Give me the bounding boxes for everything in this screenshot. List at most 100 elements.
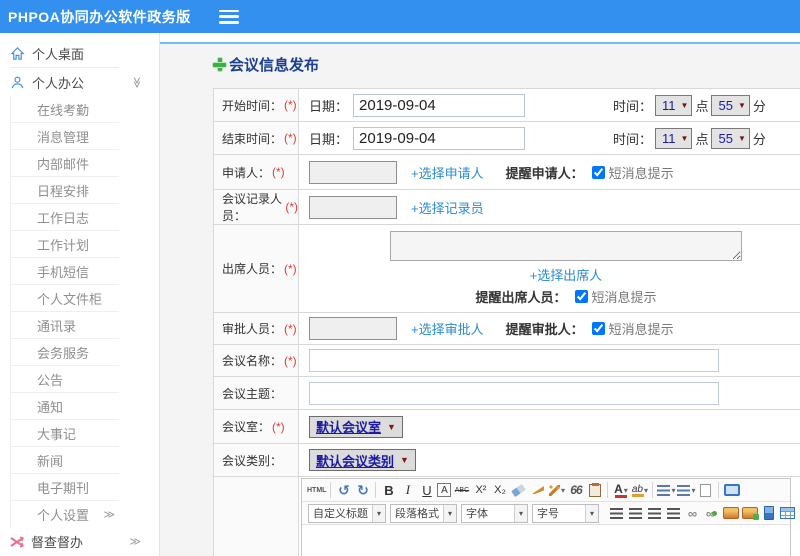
start-minute-select[interactable]: 55 ▼: [711, 94, 750, 116]
sidebar-item-personal-office[interactable]: 个人办公 ≫: [0, 68, 159, 96]
form-row-applicant: 申请人： (*) +选择申请人 提醒申请人： 短消息提示: [214, 155, 800, 190]
heading-style-dropdown[interactable]: 自定义标题 ▾: [308, 503, 386, 523]
chevron-down-icon[interactable]: ≫: [131, 76, 144, 88]
sidebar-item-message-management[interactable]: 消息管理: [11, 123, 119, 150]
link-icon[interactable]: ∞: [684, 504, 701, 522]
sidebar-item-sms[interactable]: 手机短信: [11, 258, 119, 285]
start-date-input[interactable]: [353, 93, 526, 117]
image-icon[interactable]: [722, 504, 739, 522]
sidebar-item-work-plan[interactable]: 工作计划: [11, 231, 119, 258]
sidebar-item-work-log[interactable]: 工作日志: [11, 204, 119, 231]
attendees-textarea[interactable]: [390, 231, 742, 261]
choose-recorder-link[interactable]: +选择记录员: [411, 198, 484, 217]
sidebar-item-online-attendance[interactable]: 在线考勤: [11, 96, 119, 123]
meeting-name-input[interactable]: [309, 349, 719, 372]
redo-icon[interactable]: ↻: [354, 481, 371, 499]
ordered-list-icon[interactable]: ▾: [657, 481, 675, 499]
meeting-subject-input[interactable]: [309, 381, 719, 405]
sidebar-item-internal-mail[interactable]: 内部邮件: [11, 150, 119, 177]
applicant-input[interactable]: [309, 160, 397, 184]
sidebar-item-personal-files[interactable]: 个人文件柜: [11, 285, 119, 312]
align-center-icon[interactable]: [627, 504, 644, 522]
font-family-dropdown[interactable]: 字体 ▾: [461, 503, 528, 523]
sidebar-item-e-journal[interactable]: 电子期刊: [11, 474, 119, 501]
sidebar-item-news[interactable]: 新闻: [11, 447, 119, 474]
required-mark: (*): [272, 419, 285, 434]
paste-icon[interactable]: [586, 481, 603, 499]
chevron-right-icon: ≫: [129, 536, 141, 548]
sidebar: 个人桌面 个人办公 ≫ 在线考勤 消息管理 内部邮件 日程安排 工作日志 工作计…: [0, 33, 160, 556]
sidebar-item-personal-settings[interactable]: 个人设置 ≫: [11, 501, 119, 528]
sidebar-item-personal-desktop[interactable]: 个人桌面: [0, 39, 159, 67]
align-right-icon[interactable]: [646, 504, 663, 522]
unordered-list-icon[interactable]: ▾: [677, 481, 695, 499]
sms-hint-label: 短消息提示: [608, 322, 674, 337]
insert-image-icon[interactable]: [741, 504, 759, 522]
highlight-color-icon[interactable]: ab ▾: [631, 481, 648, 499]
required-mark: (*): [285, 200, 298, 214]
html-source-button[interactable]: HTML: [307, 481, 326, 499]
font-size-dropdown[interactable]: 字号 ▾: [532, 503, 599, 523]
format-painter-icon[interactable]: [529, 481, 546, 499]
subscript-icon[interactable]: X₂: [491, 481, 508, 499]
sidebar-item-schedule[interactable]: 日程安排: [11, 177, 119, 204]
form-row-attendees: 出席人员： (*) +选择出席人 提醒出席人员： 短消息提示: [214, 225, 800, 313]
form-row-content-editor: HTML ↺ ↻ B I U A ABC X² X₂ ▾ 66 A ▾ ab ▾…: [214, 477, 800, 556]
sidebar-item-contacts[interactable]: 通讯录: [11, 312, 119, 339]
blockquote-icon[interactable]: 66: [567, 481, 584, 499]
sidebar-item-announcement[interactable]: 公告: [11, 366, 119, 393]
start-hour-select[interactable]: 11 ▼: [655, 94, 693, 116]
applicant-sms-checkbox[interactable]: [591, 165, 605, 179]
field-label: 会议名称：: [222, 354, 283, 368]
sidebar-item-supervision[interactable]: 督查督办 ≫: [0, 528, 159, 555]
eraser-icon[interactable]: [510, 481, 527, 499]
choose-approver-link[interactable]: +选择审批人: [411, 319, 484, 338]
fullscreen-icon[interactable]: [723, 481, 740, 499]
align-left-icon[interactable]: [608, 504, 625, 522]
editor-content-area[interactable]: [302, 525, 790, 556]
meeting-category-select[interactable]: 默认会议类别 ▼: [309, 449, 416, 471]
border-text-icon[interactable]: A: [437, 483, 452, 497]
align-justify-icon[interactable]: [665, 504, 682, 522]
form-row-meeting-room: 会议室： (*) 默认会议室 ▼: [214, 410, 800, 444]
attendees-sms-checkbox[interactable]: [574, 290, 588, 303]
sidebar-item-notice[interactable]: 通知: [11, 393, 119, 420]
caret-down-icon: ▾: [623, 485, 628, 495]
end-minute-select[interactable]: 55 ▼: [711, 127, 750, 149]
user-icon: [10, 75, 25, 90]
italic-icon[interactable]: I: [399, 481, 416, 499]
superscript-icon[interactable]: X²: [472, 481, 489, 499]
page-break-icon[interactable]: [697, 481, 714, 499]
underline-icon[interactable]: U: [418, 481, 435, 499]
field-label: 结束时间：: [222, 131, 283, 146]
bold-icon[interactable]: B: [380, 481, 397, 499]
page-title: 会议信息发布: [213, 54, 800, 75]
sidebar-item-meeting-service[interactable]: 会务服务: [11, 339, 119, 366]
recorder-input[interactable]: [309, 195, 397, 219]
form-row-approver: 审批人员： (*) +选择审批人 提醒审批人： 短消息提示: [214, 313, 800, 345]
end-date-input[interactable]: [353, 126, 526, 150]
media-icon[interactable]: [760, 504, 777, 522]
caret-down-icon: ▾: [560, 485, 565, 495]
choose-applicant-link[interactable]: +选择申请人: [411, 163, 484, 182]
meeting-room-select[interactable]: 默认会议室 ▼: [309, 415, 403, 438]
choose-attendees-link[interactable]: +选择出席人: [530, 265, 603, 284]
strikethrough-icon[interactable]: ABC: [453, 481, 470, 499]
end-hour-select[interactable]: 11 ▼: [655, 127, 693, 149]
field-label: 会议记录人员：: [222, 192, 283, 223]
menu-icon[interactable]: [218, 9, 239, 24]
approver-input[interactable]: [309, 317, 397, 340]
auto-typeset-icon[interactable]: ▾: [548, 481, 565, 499]
remind-approver-label: 提醒审批人：: [505, 322, 584, 337]
table-icon[interactable]: [779, 504, 796, 522]
paragraph-format-dropdown[interactable]: 段落格式 ▾: [390, 503, 457, 523]
required-mark: (*): [284, 321, 297, 336]
caret-down-icon: ▾: [443, 504, 456, 522]
undo-icon[interactable]: ↺: [335, 481, 352, 499]
sidebar-item-major-events[interactable]: 大事记: [11, 420, 119, 447]
font-color-icon[interactable]: A ▾: [612, 481, 629, 499]
approver-sms-checkbox[interactable]: [591, 322, 605, 335]
required-mark: (*): [272, 165, 285, 179]
unlink-icon[interactable]: ∞: [703, 504, 720, 522]
page-title-text: 会议信息发布: [229, 57, 320, 74]
